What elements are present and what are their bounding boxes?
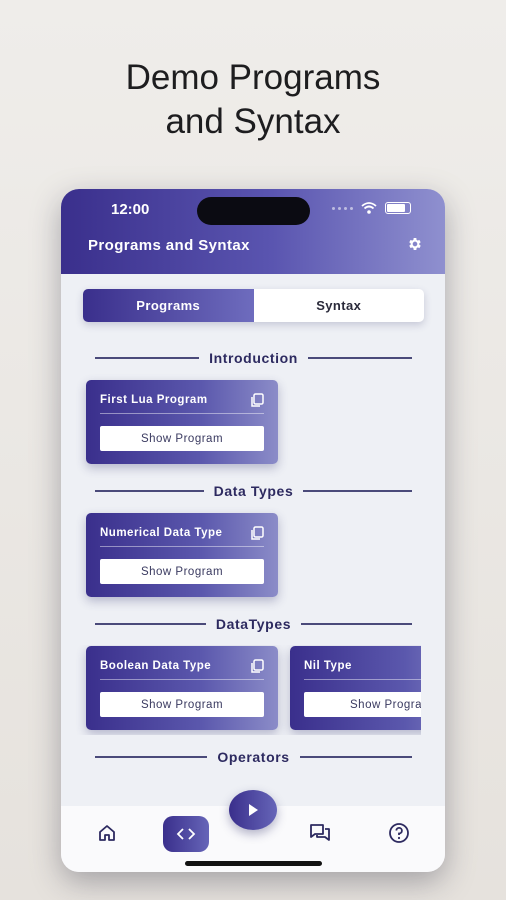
- copy-icon[interactable]: [250, 393, 264, 408]
- section-header-operators: Operators: [95, 747, 412, 767]
- copy-icon[interactable]: [250, 526, 264, 541]
- section-label: Operators: [217, 749, 290, 765]
- play-icon[interactable]: [229, 790, 277, 830]
- show-program-button[interactable]: Show Program: [100, 426, 264, 451]
- hero-title: Demo Programs and Syntax: [125, 58, 381, 141]
- app-bar: 12:00 Programs and Syntax: [61, 189, 445, 274]
- card-title: Numerical Data Type: [100, 527, 223, 539]
- divider-line: [95, 623, 206, 625]
- show-program-button[interactable]: Show Progra: [304, 692, 421, 717]
- program-card: Numerical Data Type Show Program: [86, 513, 278, 597]
- gear-icon[interactable]: [407, 236, 423, 252]
- section-header-introduction: Introduction: [95, 348, 413, 368]
- program-card: First Lua Program Show Program: [86, 380, 278, 464]
- chat-icon[interactable]: [308, 821, 332, 845]
- show-program-button[interactable]: Show Program: [100, 559, 264, 584]
- app-bar-title: Programs and Syntax: [88, 237, 250, 254]
- home-icon[interactable]: [95, 821, 119, 845]
- section-header-data-types: Data Types: [95, 481, 413, 501]
- card-title: First Lua Program: [100, 394, 208, 406]
- status-icons: [332, 202, 411, 214]
- copy-icon[interactable]: [250, 659, 264, 674]
- home-indicator[interactable]: [185, 861, 322, 866]
- section-label: DataTypes: [215, 616, 292, 632]
- divider-line: [299, 756, 412, 758]
- section-header-datatypes: DataTypes: [95, 614, 413, 634]
- card-title: Nil Type: [304, 660, 352, 672]
- card-title: Boolean Data Type: [100, 660, 212, 672]
- horizontal-card-scroller[interactable]: Boolean Data Type Show Program Nil Type …: [61, 645, 421, 735]
- segmented-control: Programs Syntax: [83, 289, 424, 322]
- divider-line: [95, 357, 200, 359]
- wifi-icon: [361, 202, 377, 214]
- card-divider: [304, 679, 421, 680]
- section-label: Data Types: [213, 483, 294, 499]
- divider-line: [307, 357, 413, 359]
- battery-icon: [385, 202, 411, 214]
- cellular-signal-icon: [332, 206, 353, 210]
- divider-line: [303, 490, 413, 492]
- phone-frame: 12:00 Programs and Syntax Programs Synta…: [61, 189, 445, 872]
- tab-syntax[interactable]: Syntax: [254, 289, 425, 322]
- program-card: Nil Type Show Progra: [290, 646, 421, 730]
- card-divider: [100, 679, 264, 680]
- tab-programs[interactable]: Programs: [83, 289, 254, 322]
- dynamic-island: [197, 197, 310, 225]
- show-program-button[interactable]: Show Program: [100, 692, 264, 717]
- program-card: Boolean Data Type Show Program: [86, 646, 278, 730]
- status-time: 12:00: [111, 201, 150, 218]
- section-label: Introduction: [209, 350, 298, 366]
- code-icon[interactable]: [163, 816, 209, 852]
- divider-line: [95, 490, 204, 492]
- card-divider: [100, 413, 264, 414]
- divider-line: [95, 756, 208, 758]
- help-icon[interactable]: [387, 821, 411, 845]
- divider-line: [301, 623, 413, 625]
- card-divider: [100, 546, 264, 547]
